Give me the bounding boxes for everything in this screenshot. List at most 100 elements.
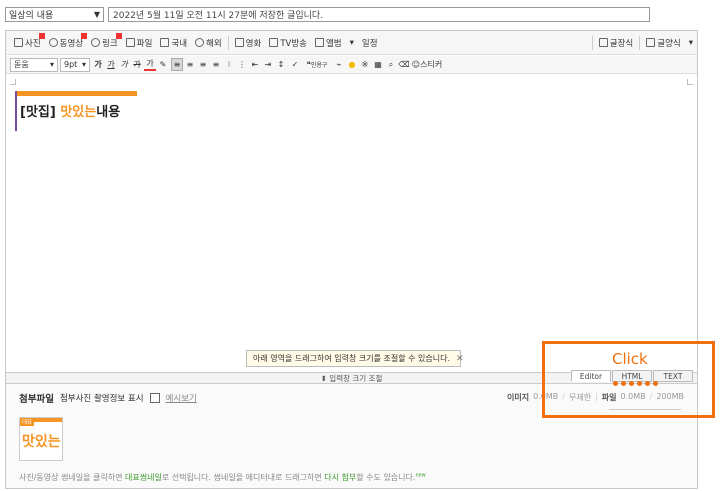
align-right-icon[interactable]: ≡ <box>197 58 209 71</box>
tv-icon <box>269 38 279 47</box>
image-quota-label: 이미지 <box>507 393 530 402</box>
annotation-dot <box>629 381 634 386</box>
url-icon[interactable]: ⌁ <box>333 58 345 71</box>
title-input[interactable]: 2022년 5월 11일 오전 11시 27분에 저장한 글입니다. <box>108 7 650 22</box>
bold-button[interactable]: 가 <box>92 58 104 71</box>
note-highlight: 대표썸네일 <box>125 473 162 482</box>
indent-icon[interactable]: ⇥ <box>262 58 274 71</box>
tv-button[interactable]: TV방송 <box>265 33 311 53</box>
annotation-dot <box>613 381 618 386</box>
video-label: 동영상 <box>59 38 84 49</box>
chevron-down-icon: ▾ <box>349 37 354 48</box>
schedule-button[interactable]: 일정 <box>358 33 382 53</box>
thumb-text: 맛있는 <box>22 434 61 450</box>
post-heading: [맛집] 맛있는내용 <box>15 91 137 131</box>
more-dropdown[interactable]: ▾ <box>346 33 358 53</box>
font-color-button[interactable]: 가 <box>144 58 156 71</box>
overseas-place-button[interactable]: 해외 <box>191 33 226 53</box>
photo-button[interactable]: 사진 <box>10 32 45 53</box>
post-header: 일상의 내용 ▼ 2022년 5월 11일 오전 11시 27분에 저장한 글입… <box>5 7 650 23</box>
outdent-icon[interactable]: ⇤ <box>249 58 261 71</box>
chevron-down-icon: ▾ <box>49 60 54 69</box>
resize-tip-text: 아래 영역을 드래그하여 입력창 크기를 조절할 수 있습니다. <box>253 354 450 363</box>
format-toolbar: 돋움 ▾ 9pt ▾ 가 가 가 가 가 ✎ ≡ ≡ ≡ ≡ ⁝ ⋮ ⇤ ⇥ ↕ ✓… <box>6 56 697 74</box>
note-highlight: 다시 첨부 <box>324 473 357 482</box>
close-icon[interactable]: ✕ <box>456 354 464 364</box>
template-icon <box>646 38 656 47</box>
decorate-button[interactable]: 글장식 <box>595 33 637 53</box>
quote-label: 인용구 <box>310 62 328 69</box>
divider <box>591 35 593 50</box>
tv-label: TV방송 <box>280 38 307 49</box>
category-select[interactable]: 일상의 내용 ▼ <box>5 7 104 22</box>
file-button[interactable]: 파일 <box>122 33 157 53</box>
heading-text: [맛집] 맛있는내용 <box>20 101 120 120</box>
special-char-icon[interactable]: ※ <box>359 58 371 71</box>
font-value: 돋움 <box>14 60 29 69</box>
sticker-icon: ☺ <box>411 60 421 69</box>
chevron-down-icon: ▼ <box>93 10 100 19</box>
strike-button[interactable]: 가 <box>131 58 143 71</box>
highlight-icon[interactable]: ✎ <box>157 58 169 71</box>
movie-icon <box>234 38 244 47</box>
category-value: 일상의 내용 <box>9 11 54 21</box>
quote-button[interactable]: ❝ 인용구 <box>302 58 332 71</box>
align-left-icon[interactable]: ≡ <box>171 58 183 71</box>
template-button[interactable]: 글양식 <box>642 33 684 53</box>
italic-button[interactable]: 가 <box>118 58 130 71</box>
editor-canvas[interactable]: [맛집] 맛있는내용 아래 영역을 드래그하여 입력창 크기를 조절할 수 있습… <box>6 75 697 372</box>
decorate-label: 글장식 <box>609 38 634 49</box>
size-select[interactable]: 9pt ▾ <box>60 57 90 72</box>
align-center-icon[interactable]: ≡ <box>184 58 196 71</box>
file-icon <box>125 38 135 47</box>
link-icon <box>91 38 101 47</box>
annotation-dot <box>637 381 642 386</box>
table-icon[interactable]: ▦ <box>372 58 384 71</box>
find-icon[interactable]: ⌕ <box>385 58 397 71</box>
numbered-list-icon[interactable]: ⁝ <box>223 58 235 71</box>
movie-button[interactable]: 영화 <box>231 33 266 53</box>
divider <box>639 35 641 50</box>
template-label: 글양식 <box>657 38 681 49</box>
heading-bracket: [맛집] <box>20 105 56 120</box>
chevron-down-icon: ▾ <box>81 60 86 69</box>
insert-group: ✓ ❝ 인용구 ⌁ ● ※ ▦ ⌕ ⌫ ☺ 스티커 <box>289 58 443 71</box>
domestic-map-icon <box>160 38 170 47</box>
overseas-label: 해외 <box>206 38 222 49</box>
sticker-button[interactable]: ☺ 스티커 <box>411 58 443 71</box>
decorate-icon <box>598 38 608 47</box>
spellcheck-icon[interactable]: ✓ <box>289 58 301 71</box>
template-dropdown[interactable]: ▾ <box>685 33 697 53</box>
attachment-title: 첨부파일 <box>19 394 54 405</box>
photo-icon <box>14 38 23 47</box>
video-button[interactable]: 동영상 <box>45 32 88 53</box>
preview-link[interactable]: 예시보기 <box>166 392 197 404</box>
align-justify-icon[interactable]: ≡ <box>210 58 222 71</box>
attachment-thumbnail[interactable]: 대표 맛있는 <box>19 417 63 461</box>
align-group: ≡ ≡ ≡ ≡ ⁝ ⋮ ⇤ ⇥ ↕ <box>171 58 287 71</box>
resize-tooltip: 아래 영역을 드래그하여 입력창 크기를 조절할 수 있습니다. ✕ <box>246 350 464 367</box>
link-button[interactable]: 링크 <box>87 32 122 53</box>
album-label: 앨범 <box>325 38 342 49</box>
album-button[interactable]: 앨범 <box>311 33 346 53</box>
annotation-dots <box>613 381 658 386</box>
underline-button[interactable]: 가 <box>105 58 117 71</box>
schedule-label: 일정 <box>361 38 378 49</box>
divider <box>227 35 229 50</box>
corner-mark <box>10 79 16 85</box>
exif-checkbox[interactable] <box>149 393 160 403</box>
heading-rest: 내용 <box>96 105 121 120</box>
clear-format-icon[interactable]: ⌫ <box>398 58 410 71</box>
bullet-list-icon[interactable]: ⋮ <box>236 58 248 71</box>
domestic-place-button[interactable]: 국내 <box>156 33 191 53</box>
editor-frame: 사진 동영상 링크 파일 국내 해외 영화 TV방송 앨범 ▾ 일정 글장식 글… <box>5 30 698 489</box>
annotation-dot <box>653 381 658 386</box>
sticker-label: 스티커 <box>420 60 443 69</box>
emoticon-icon[interactable]: ● <box>346 58 358 71</box>
font-select[interactable]: 돋움 ▾ <box>10 57 58 72</box>
file-label: 파일 <box>136 38 153 49</box>
toolbar-right: 글장식 글양식 ▾ <box>590 33 697 53</box>
annotation-dot <box>621 381 626 386</box>
globe-icon <box>195 38 205 47</box>
line-height-icon[interactable]: ↕ <box>275 58 287 71</box>
